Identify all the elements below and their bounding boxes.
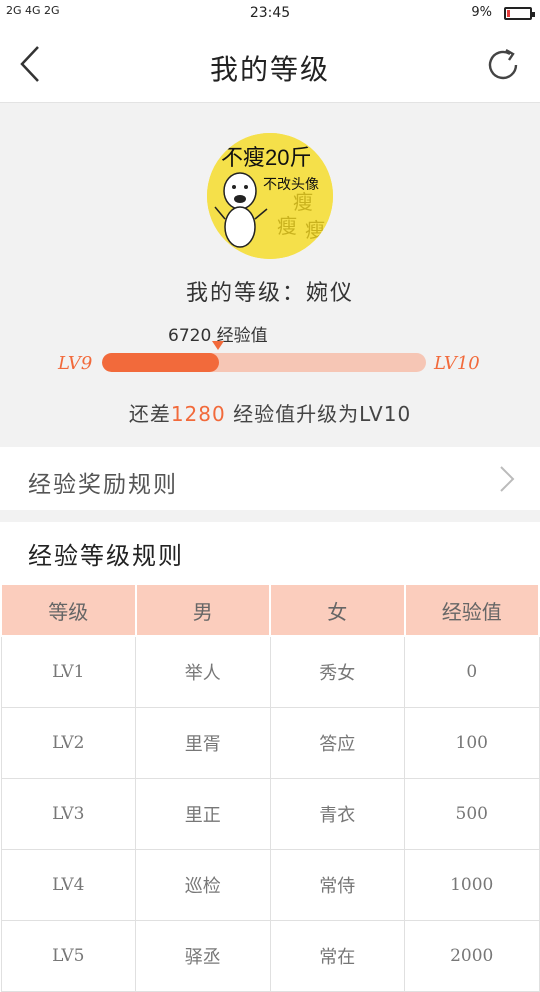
svg-text:不瘦20斤: 不瘦20斤 <box>221 145 311 170</box>
cell-female-title: 青衣 <box>269 778 405 850</box>
cell-female-title: 答应 <box>269 707 405 779</box>
current-level-title: 我的等级：婉仪 <box>185 281 354 306</box>
status-time: 23:45 <box>249 5 291 21</box>
current-level-label: LV9 <box>58 353 93 374</box>
svg-text:瘦: 瘦 <box>293 191 313 214</box>
chevron-right-icon <box>500 466 515 492</box>
cell-male-title: 举人 <box>135 635 271 708</box>
table-row: LV4 巡检 常侍 1000 <box>0 849 540 921</box>
svg-text:瘦: 瘦 <box>277 215 297 238</box>
cell-female-title: 常在 <box>269 920 405 992</box>
table-row: LV1 举人 秀女 0 <box>0 635 540 708</box>
remaining-exp-text: 还差1280 经验值升级为LV10 <box>0 398 540 427</box>
refresh-icon <box>488 48 518 80</box>
avatar[interactable]: 瘦 瘦 瘦 不瘦20斤 不改头像 <box>207 133 333 259</box>
next-level-label: LV10 <box>434 353 480 374</box>
cell-female-title: 常侍 <box>269 849 405 921</box>
battery-icon <box>504 7 535 20</box>
cell-level: LV2 <box>0 707 136 779</box>
cell-exp: 100 <box>404 707 540 779</box>
cell-male-title: 里胥 <box>135 707 271 779</box>
cell-exp: 1000 <box>404 849 540 921</box>
refresh-button[interactable] <box>480 42 526 88</box>
remaining-prefix: 还差 <box>128 402 171 426</box>
cell-level: LV5 <box>0 920 136 992</box>
exp-level-rules-title: 经验等级规则 <box>28 542 184 570</box>
exp-reward-rules-row[interactable]: 经验奖励规则 <box>0 448 540 510</box>
cell-level: LV3 <box>0 778 136 850</box>
page-title: 我的等级 <box>209 53 330 86</box>
cell-exp: 0 <box>404 635 540 708</box>
cell-level: LV4 <box>0 849 136 921</box>
remaining-suffix: 经验值升级为LV10 <box>225 402 412 426</box>
section-divider <box>0 510 540 522</box>
column-header-level: 等级 <box>0 583 137 637</box>
column-header-female: 女 <box>269 583 406 637</box>
exp-reward-rules-label: 经验奖励规则 <box>28 472 178 498</box>
column-header-exp: 经验值 <box>403 583 540 637</box>
cell-female-title: 秀女 <box>269 635 405 708</box>
remaining-exp-value: 1280 <box>170 402 226 426</box>
cell-level: LV1 <box>0 635 136 708</box>
cell-male-title: 驿丞 <box>135 920 271 992</box>
svg-text:不改头像: 不改头像 <box>263 176 319 192</box>
svg-text:瘦: 瘦 <box>305 219 325 242</box>
table-header-row: 等级 男 女 经验值 <box>0 583 540 637</box>
battery-percent: 9% <box>471 5 492 20</box>
level-progress-bar <box>102 353 426 372</box>
level-profile: 瘦 瘦 瘦 不瘦20斤 不改头像 我的等级：婉仪 6720 经验值 LV9 LV… <box>0 103 540 447</box>
cell-male-title: 巡检 <box>135 849 271 921</box>
level-progress-fill <box>102 353 219 372</box>
cell-exp: 2000 <box>404 920 540 992</box>
header-bar: 我的等级 <box>0 28 540 103</box>
status-bar: 2G 4G 2G 23:45 9% <box>0 0 540 28</box>
table-row: LV2 里胥 答应 100 <box>0 707 540 779</box>
avatar-image: 瘦 瘦 瘦 不瘦20斤 不改头像 <box>207 133 333 259</box>
cell-exp: 500 <box>404 778 540 850</box>
cell-male-title: 里正 <box>135 778 271 850</box>
column-header-male: 男 <box>134 583 271 637</box>
progress-marker-icon <box>212 341 224 350</box>
table-row: LV5 驿丞 常在 2000 <box>0 920 540 992</box>
level-rules-table: 等级 男 女 经验值 LV1 举人 秀女 0 LV2 里胥 答应 100 LV3… <box>0 583 540 992</box>
table-row: LV3 里正 青衣 500 <box>0 778 540 850</box>
